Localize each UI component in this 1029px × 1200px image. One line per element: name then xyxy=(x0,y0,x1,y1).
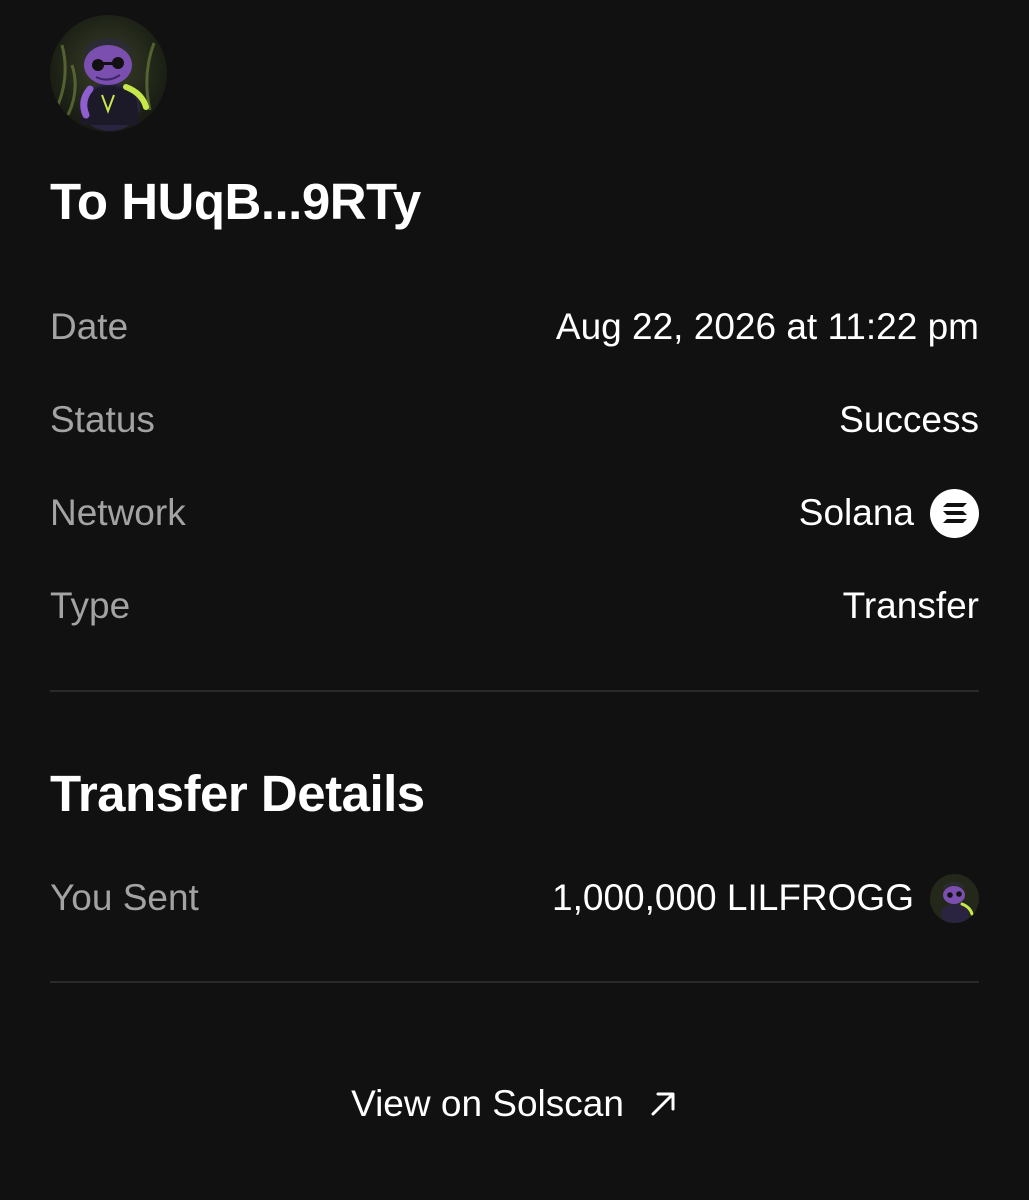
page-title: To HUqB...9RTy xyxy=(50,173,421,230)
type-label: Type xyxy=(50,585,131,626)
solana-icon xyxy=(930,488,979,538)
you-sent-value-text: 1,000,000 LILFROGG xyxy=(552,877,914,918)
frog-avatar-icon xyxy=(50,15,167,132)
date-value: Aug 22, 2026 at 11:22 pm xyxy=(556,306,979,348)
lilfrogg-token-icon xyxy=(930,873,979,923)
you-sent-value: 1,000,000 LILFROGG xyxy=(552,873,979,923)
type-value-text: Transfer xyxy=(842,585,979,626)
date-value-text: Aug 22, 2026 at 11:22 pm xyxy=(555,306,979,347)
external-arrow-icon xyxy=(648,1089,678,1119)
status-row: Status Success xyxy=(50,395,979,445)
view-on-solscan-label: View on Solscan xyxy=(351,1083,624,1124)
type-value: Transfer xyxy=(843,585,979,627)
status-value-text: Success xyxy=(839,399,979,440)
status-value: Success xyxy=(839,399,979,441)
network-row: Network Solana xyxy=(50,488,979,538)
status-label: Status xyxy=(50,399,155,440)
date-label: Date xyxy=(50,306,129,347)
you-sent-label: You Sent xyxy=(50,877,199,918)
network-value-text: Solana xyxy=(798,492,914,533)
divider xyxy=(50,690,979,692)
divider xyxy=(50,981,979,983)
view-on-solscan-link[interactable]: View on Solscan xyxy=(0,1078,1029,1130)
network-label: Network xyxy=(50,492,186,533)
network-value: Solana xyxy=(798,488,979,538)
transfer-details-title: Transfer Details xyxy=(50,765,425,822)
date-row: Date Aug 22, 2026 at 11:22 pm xyxy=(50,302,979,352)
you-sent-row: You Sent 1,000,000 LILFROGG xyxy=(50,873,979,923)
type-row: Type Transfer xyxy=(50,581,979,631)
